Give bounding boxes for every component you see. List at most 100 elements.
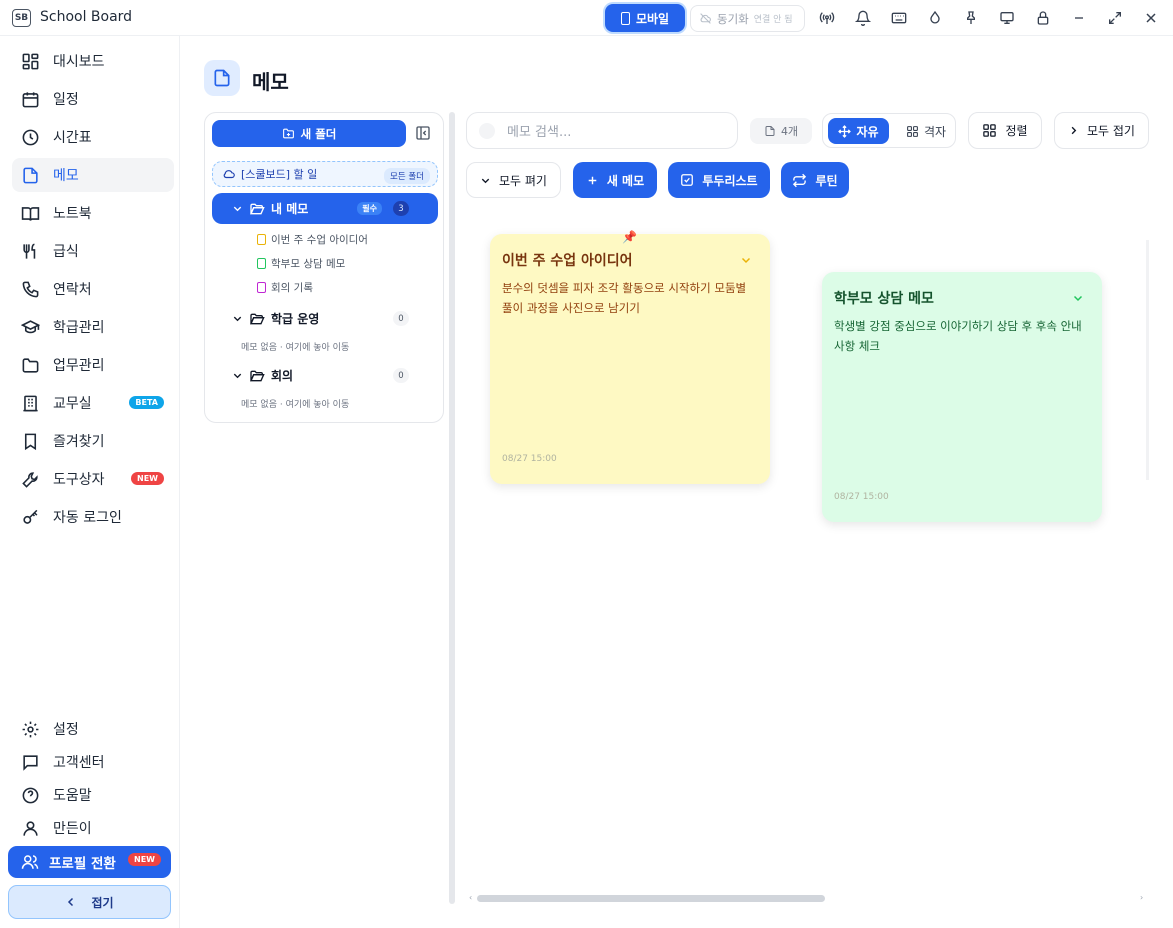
memo-card[interactable]: 📌 이번 주 수업 아이디어 분수의 덧셈을 피자 조각 활동으로 시작하기 모… xyxy=(490,230,770,484)
todo-list-label: 투두리스트 xyxy=(702,173,758,188)
sidebar-item-help[interactable]: 도움말 xyxy=(12,778,174,812)
plus-icon xyxy=(588,176,597,184)
memo-item-title: 회의 기록 xyxy=(271,281,313,294)
bell-icon[interactable] xyxy=(853,8,873,28)
panel-collapse-icon[interactable] xyxy=(415,125,431,141)
sidebar-item-memo[interactable]: 메모 xyxy=(12,158,174,192)
beta-badge: BETA xyxy=(129,396,164,409)
collapse-all-button[interactable]: 모두 접기 xyxy=(1054,112,1149,149)
new-memo-button[interactable]: 새 메모 xyxy=(573,162,657,198)
pin-icon[interactable]: 📌 xyxy=(622,230,637,244)
folder-name: 내 메모 xyxy=(271,202,309,216)
sidebar-item-auto-login[interactable]: 자동 로그인 xyxy=(12,500,174,534)
folder-memo-item[interactable]: 회의 기록 xyxy=(257,278,313,296)
grid-mode-label: 격자 xyxy=(923,124,947,139)
close-icon[interactable] xyxy=(1141,8,1161,28)
sidebar-item-settings[interactable]: 설정 xyxy=(12,712,174,746)
search-placeholder: 메모 검색... xyxy=(507,125,572,140)
chevron-right-icon xyxy=(1071,126,1077,135)
phone-icon xyxy=(22,281,39,297)
droplet-icon[interactable] xyxy=(925,8,945,28)
folder-plus-icon xyxy=(282,128,294,139)
sidebar-item-toolbox[interactable]: 도구상자 NEW xyxy=(12,462,174,496)
memo-card-date: 08/27 15:00 xyxy=(502,454,557,464)
chevron-down-icon[interactable] xyxy=(232,203,243,214)
memo-canvas[interactable]: 📌 이번 주 수업 아이디어 분수의 덧셈을 피자 조각 활동으로 시작하기 모… xyxy=(466,214,1150,892)
search-icon xyxy=(479,122,495,139)
bookmark-icon xyxy=(24,433,37,450)
maximize-icon[interactable] xyxy=(1105,8,1125,28)
file-icon xyxy=(257,257,266,269)
sidebar-item-meal[interactable]: 급식 xyxy=(12,234,174,268)
folder-my-memo[interactable]: 내 메모 필수 3 xyxy=(212,193,438,224)
page-title: 메모 xyxy=(252,70,289,94)
sidebar-item-label: 대시보드 xyxy=(53,54,105,70)
chevron-down-icon[interactable] xyxy=(232,370,243,381)
memo-search-input[interactable]: 메모 검색... xyxy=(466,112,738,149)
sidebar-item-label: 도구상자 xyxy=(53,472,105,488)
sync-button[interactable]: 동기화 연결 안 됨 xyxy=(690,5,805,32)
minimize-icon[interactable] xyxy=(1069,8,1089,28)
sidebar-item-contacts[interactable]: 연락처 xyxy=(12,272,174,306)
sidebar-item-teachers-room[interactable]: 교무실 BETA xyxy=(12,386,174,420)
sidebar-item-credits[interactable]: 만든이 xyxy=(12,811,174,845)
required-badge: 필수 xyxy=(357,202,382,215)
collapse-sidebar-button[interactable]: 접기 xyxy=(8,885,171,919)
sidebar-item-favorites[interactable]: 즐겨찾기 xyxy=(12,424,174,458)
expand-all-button[interactable]: 모두 펴기 xyxy=(466,162,561,198)
sidebar-item-timetable[interactable]: 시간표 xyxy=(12,120,174,154)
cloud-icon xyxy=(223,170,235,179)
scroll-right-icon[interactable]: › xyxy=(1140,893,1143,902)
empty-folder-hint: 메모 없음 · 여기에 놓아 이동 xyxy=(241,343,350,353)
repeat-icon xyxy=(793,173,807,187)
lock-icon[interactable] xyxy=(1033,8,1053,28)
memo-card-title: 이번 주 수업 아이디어 xyxy=(502,253,633,269)
folder-memo-item[interactable]: 학부모 상담 메모 xyxy=(257,254,345,272)
chevron-down-icon[interactable] xyxy=(232,313,243,324)
profile-switch-button[interactable]: 프로필 전환 NEW xyxy=(8,846,171,878)
sidebar-item-label: 업무관리 xyxy=(53,358,105,374)
folder-open-icon xyxy=(249,370,265,381)
scrollbar-thumb[interactable] xyxy=(477,895,825,902)
layout-mode-toggle: 자유 격자 xyxy=(822,113,956,148)
mobile-button[interactable]: 모바일 xyxy=(605,4,685,32)
title-bar: SB School Board 모바일 동기화 연결 안 됨 xyxy=(0,0,1173,36)
sidebar-item-support[interactable]: 고객센터 xyxy=(12,745,174,779)
sidebar-item-dashboard[interactable]: 대시보드 xyxy=(12,44,174,78)
memo-count-chip: 4개 xyxy=(750,118,812,144)
new-folder-button[interactable]: 새 폴더 xyxy=(212,120,406,147)
cloud-todo-folder[interactable]: [스쿨보드] 할 일 모든 폴더 xyxy=(212,161,438,187)
grid-mode-button[interactable]: 격자 xyxy=(900,118,952,144)
chevron-down-icon[interactable] xyxy=(740,254,752,266)
sidebar-item-calendar[interactable]: 일정 xyxy=(12,82,174,116)
folder-meeting[interactable]: 회의 0 xyxy=(212,360,438,391)
todo-list-button[interactable]: 투두리스트 xyxy=(668,162,770,198)
scroll-left-icon[interactable]: ‹ xyxy=(469,893,472,902)
chevron-down-icon xyxy=(481,178,490,183)
routine-button[interactable]: 루틴 xyxy=(781,162,849,198)
antenna-icon[interactable] xyxy=(817,8,837,28)
monitor-icon[interactable] xyxy=(997,8,1017,28)
memo-item-title: 이번 주 수업 아이디어 xyxy=(271,233,368,246)
collapse-all-label: 모두 접기 xyxy=(1087,124,1135,138)
sort-button[interactable]: 정렬 xyxy=(968,112,1042,149)
sidebar-item-notebook[interactable]: 노트북 xyxy=(12,196,174,230)
keyboard-icon[interactable] xyxy=(889,8,909,28)
sidebar-item-class-management[interactable]: 학급관리 xyxy=(12,310,174,344)
utensils-icon xyxy=(23,243,36,259)
folder-class-operations[interactable]: 학급 운영 0 xyxy=(212,303,438,334)
app-logo: SB xyxy=(12,9,31,27)
cloud-folder-label: [스쿨보드] 할 일 xyxy=(241,168,318,181)
panel-resize-handle[interactable] xyxy=(449,112,455,904)
folder-memo-item[interactable]: 이번 주 수업 아이디어 xyxy=(257,230,368,248)
folder-open-icon xyxy=(249,203,265,214)
sidebar-item-work-management[interactable]: 업무관리 xyxy=(12,348,174,382)
help-icon xyxy=(22,787,39,803)
move-icon xyxy=(838,124,852,138)
pin-icon[interactable] xyxy=(961,8,981,28)
memo-card[interactable]: 학부모 상담 메모 학생별 강점 중심으로 이야기하기 상담 후 후속 안내 사… xyxy=(822,272,1102,522)
free-mode-button[interactable]: 자유 xyxy=(828,118,889,144)
chevron-down-icon[interactable] xyxy=(1072,292,1084,304)
sync-status: 연결 안 됨 xyxy=(753,15,793,25)
key-icon xyxy=(23,509,38,524)
